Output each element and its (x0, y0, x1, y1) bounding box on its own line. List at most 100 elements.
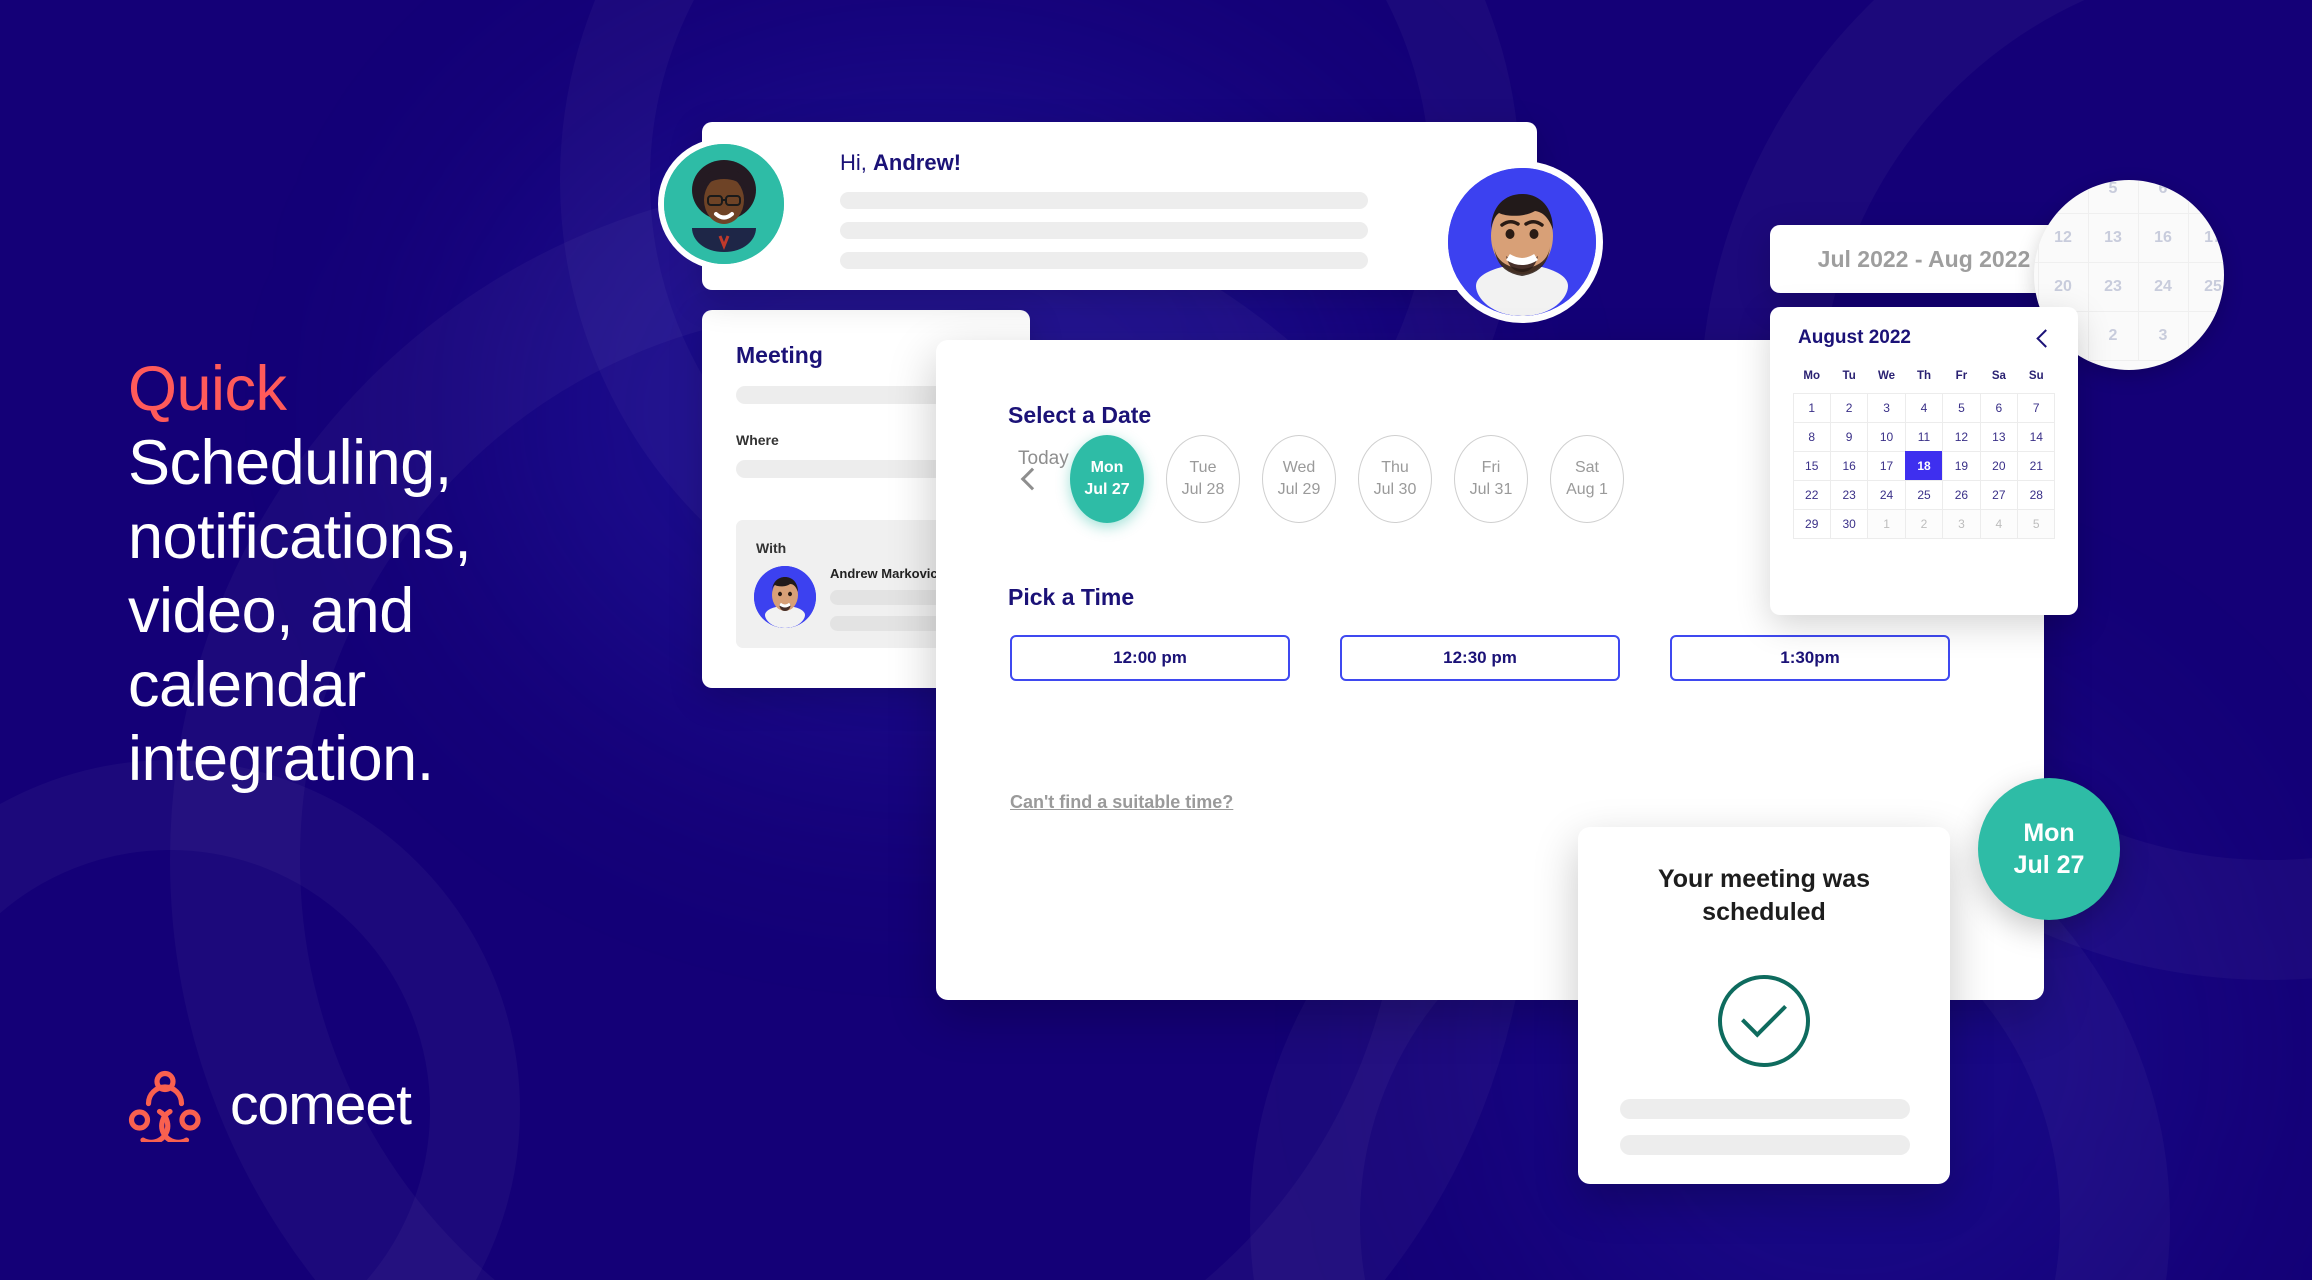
calendar-day[interactable]: 19 (1942, 450, 1981, 481)
magnifier-cell: 3 (2137, 310, 2189, 361)
calendar-day[interactable]: 5 (2017, 508, 2056, 539)
calendar-weekday: Sa (1991, 370, 2006, 382)
calendar-day[interactable]: 6 (1979, 392, 2019, 423)
calendar-day[interactable]: 12 (1942, 421, 1981, 452)
calendar-day[interactable]: 13 (1979, 421, 2019, 452)
calendar-day[interactable]: 14 (2017, 421, 2056, 452)
hero-line-4: video, and (128, 576, 414, 647)
calendar-day[interactable]: 11 (1904, 421, 1944, 452)
date-pill-date: Aug 1 (1566, 481, 1608, 498)
hero-line-2: Scheduling, (128, 428, 452, 499)
calendar-range-card: Jul 2022 - Aug 2022 (1770, 225, 2078, 293)
greeting-card: Hi, Andrew! (664, 122, 1537, 290)
calendar-day[interactable]: 5 (1942, 392, 1981, 423)
today-label: Today (1018, 448, 1069, 469)
attendee-avatar (754, 566, 816, 628)
date-pill-day: Sat (1574, 459, 1599, 477)
confirmation-title: Your meeting was scheduled (1657, 865, 1871, 926)
greeting-title: Hi, Andrew! (840, 150, 1507, 176)
calendar-day[interactable]: 26 (1942, 479, 1981, 510)
calendar-day[interactable]: 29 (1792, 508, 1831, 539)
date-picker-row: Mon Jul 27 Tue Jul 28 Wed Jul 29 Thu Jul… (1016, 435, 1624, 523)
calendar-day[interactable]: 27 (1979, 479, 2019, 510)
time-slot-130pm[interactable]: 1:30pm (1670, 635, 1950, 681)
date-pill-sat-aug-1[interactable]: Sat Aug 1 (1550, 435, 1624, 523)
calendar-day[interactable]: 8 (1792, 421, 1831, 452)
magnifier-cell: 4 (2037, 180, 2089, 214)
calendar-grid: Mo Tu We Th Fr Sa Su (1793, 363, 2055, 389)
date-pill-day: Wed (1282, 459, 1316, 477)
magnifier-cell: 25 (2187, 261, 2224, 312)
calendar-day[interactable]: 3 (1942, 508, 1981, 539)
calendar-day[interactable]: 4 (1979, 508, 2019, 539)
calendar-day[interactable]: 15 (1792, 450, 1831, 481)
with-label: With (756, 540, 787, 556)
calendar-day[interactable]: 22 (1792, 479, 1831, 510)
calendar-prev-chevron-left-icon[interactable] (2032, 327, 2054, 349)
calendar-day[interactable]: 1 (1867, 508, 1906, 539)
calendar-day[interactable]: 20 (1979, 450, 2019, 481)
attendee-name: Andrew Markovic (830, 566, 938, 581)
calendar-day[interactable]: 7 (2017, 392, 2056, 423)
select-date-title: Select a Date (1008, 402, 1152, 428)
magnifier-cell: 6 (2137, 180, 2189, 214)
calendar-day[interactable]: 4 (1904, 392, 1944, 423)
calendar-weekday: Tu (1842, 370, 1856, 382)
date-pill-wed-jul-29[interactable]: Wed Jul 29 (1262, 435, 1336, 523)
calendar-day[interactable]: 24 (1867, 479, 1906, 510)
hero-line-6: integration. (128, 724, 434, 795)
calendar-day[interactable]: 2 (1904, 508, 1944, 539)
where-label: Where (736, 432, 779, 448)
brand-name: comeet (230, 1072, 412, 1137)
magnifier-cell: 13 (2087, 212, 2139, 263)
calendar-month-label: August 2022 (1798, 327, 1911, 348)
greeter-avatar (664, 144, 784, 264)
hero-line-3: notifications, (128, 502, 472, 573)
calendar-day[interactable]: 17 (1867, 450, 1906, 481)
magnifier-cell: 16 (2137, 212, 2189, 263)
magnifier-cell: 2 (2087, 310, 2139, 361)
date-pill-date: Jul 30 (1373, 481, 1417, 498)
calendar-day[interactable]: 23 (1829, 479, 1869, 510)
calendar-day[interactable]: 3 (1867, 392, 1906, 423)
date-pill-date: Jul 31 (1469, 481, 1513, 498)
skeleton-line (1620, 1099, 1910, 1119)
cant-find-time-link[interactable]: Can't find a suitable time? (1010, 792, 1233, 813)
greeting-name: Andrew! (873, 150, 962, 175)
andrew-avatar[interactable] (1448, 168, 1596, 316)
calendar-day-selected[interactable]: 18 (1904, 450, 1944, 481)
calendar-weekday: We (1878, 370, 1896, 382)
magnifier-cell: 9 (2187, 180, 2224, 214)
date-pill-thu-jul-30[interactable]: Thu Jul 30 (1358, 435, 1432, 523)
date-pill-tue-jul-28[interactable]: Tue Jul 28 (1166, 435, 1240, 523)
magnifier-cell: 20 (2037, 261, 2089, 312)
greeting-body: Hi, Andrew! (840, 150, 1507, 282)
calendar-day[interactable]: 1 (1792, 392, 1831, 423)
selected-date-badge: Mon Jul 27 (1978, 778, 2120, 920)
calendar-day[interactable]: 9 (1829, 421, 1869, 452)
meeting-card-title: Meeting (736, 342, 823, 368)
calendar-weekday: Mo (1803, 370, 1821, 382)
date-pill-date: Jul 27 (1084, 481, 1130, 498)
calendar-day[interactable]: 10 (1867, 421, 1906, 452)
date-pill-mon-jul-27[interactable]: Mon Jul 27 (1070, 435, 1144, 523)
calendar-day[interactable]: 16 (1829, 450, 1869, 481)
date-pill-fri-jul-31[interactable]: Fri Jul 31 (1454, 435, 1528, 523)
calendar-day[interactable]: 30 (1829, 508, 1869, 539)
calendar-day[interactable]: 2 (1829, 392, 1869, 423)
time-slot-1200pm[interactable]: 12:00 pm (1010, 635, 1290, 681)
calendar-day[interactable]: 28 (2017, 479, 2056, 510)
check-circle-icon (1718, 975, 1810, 1067)
calendar-day[interactable]: 21 (2017, 450, 2056, 481)
magnifier-cell: 5 (2087, 180, 2139, 214)
hero-heading: Quick Scheduling, notifications, video, … (128, 352, 598, 796)
date-pill-date: Jul 28 (1181, 481, 1225, 498)
time-slot-1230pm[interactable]: 12:30 pm (1340, 635, 1620, 681)
calendar-day[interactable]: 25 (1904, 479, 1944, 510)
calendar-day-grid: 1 2 3 4 5 6 7 8 9 10 11 12 13 14 15 16 17 18 19 20 21 22 23 24 2… (1792, 392, 2056, 539)
greeting-salutation: Hi, (840, 150, 867, 175)
time-slot-row: 12:00 pm 12:30 pm 1:30pm (1010, 635, 1950, 681)
brand-logo[interactable]: comeet (126, 1068, 412, 1145)
magnifier-cell: 24 (2137, 261, 2189, 312)
date-pill-day: Thu (1381, 459, 1409, 477)
